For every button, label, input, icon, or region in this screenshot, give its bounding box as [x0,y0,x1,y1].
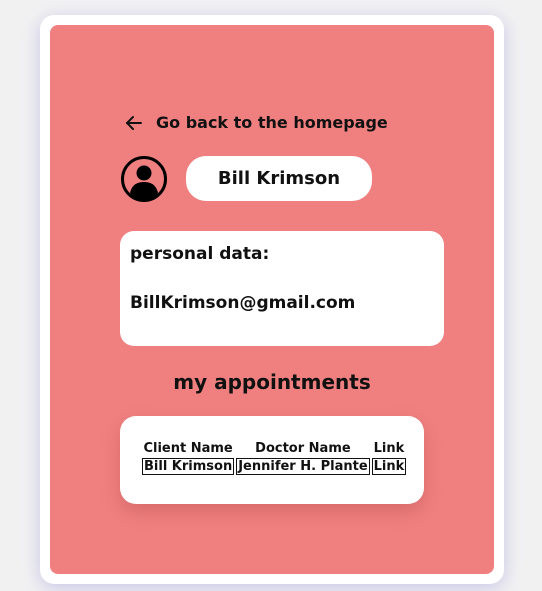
app-frame: Go back to the homepage Bill Krimson per… [40,15,504,584]
table-header-row: Client Name Doctor Name Link [142,441,406,456]
profile-panel: Go back to the homepage Bill Krimson per… [50,25,494,574]
appointments-card: Client Name Doctor Name Link Bill Krimso… [120,416,424,504]
back-link-label: Go back to the homepage [156,113,388,132]
table-row: Bill Krimson Jennifer H. Plante Link [142,458,407,475]
appointment-link[interactable]: Link [371,458,407,475]
user-circle-icon [121,156,167,202]
profile-name-badge: Bill Krimson [186,156,372,201]
appointments-table: Client Name Doctor Name Link Bill Krimso… [140,439,408,477]
arrow-left-icon [126,115,142,130]
column-header-link: Link [373,441,405,456]
client-name-cell: Bill Krimson [142,458,235,475]
column-header-client-name: Client Name [143,441,233,456]
column-header-doctor-name: Doctor Name [255,441,351,456]
appointments-title: my appointments [173,370,371,394]
back-to-homepage-link[interactable]: Go back to the homepage [125,113,388,132]
personal-data-heading: personal data: [130,244,270,264]
doctor-name-cell: Jennifer H. Plante [236,458,370,475]
personal-data-card: personal data: BillKrimson@gmail.com [120,231,444,346]
email-value: BillKrimson@gmail.com [130,293,356,313]
profile-name: Bill Krimson [217,168,341,189]
